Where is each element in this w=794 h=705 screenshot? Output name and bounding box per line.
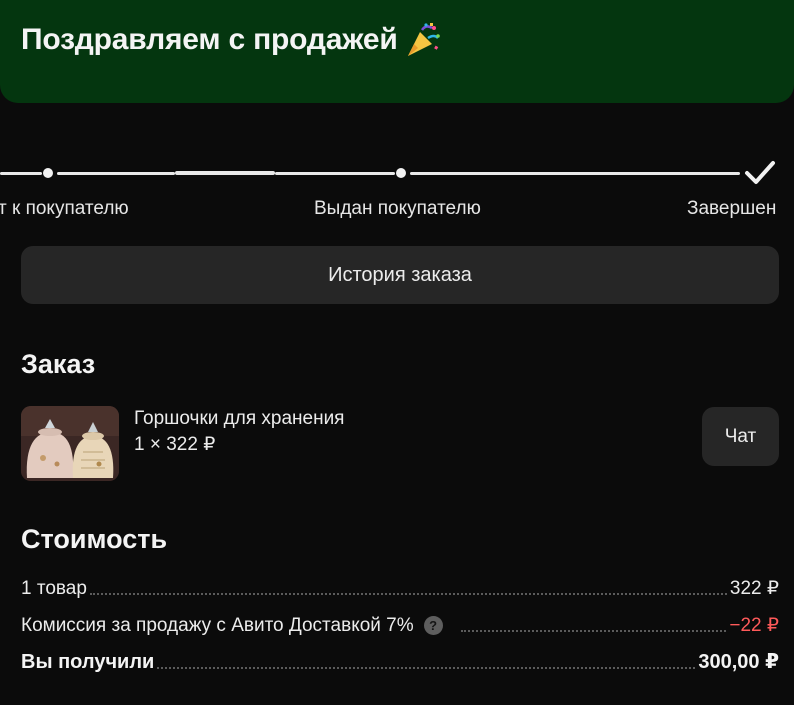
progress-track xyxy=(0,172,42,175)
party-popper-icon xyxy=(407,23,440,56)
cost-row-value: −22 ₽ xyxy=(729,615,779,636)
banner-title: Поздравляем с продажей xyxy=(21,22,442,58)
chat-button[interactable]: Чат xyxy=(702,407,779,466)
check-icon xyxy=(745,161,775,184)
order-history-button[interactable]: История заказа xyxy=(21,246,779,304)
order-progress: т к покупателю Выдан покупателю Завершен xyxy=(0,155,794,225)
cost-row-value: 300,00 ₽ xyxy=(698,651,779,673)
cost-row-label: Комиссия за продажу с Авито Доставкой 7% xyxy=(21,615,414,636)
step-label-to-buyer: т к покупателю xyxy=(0,198,129,219)
product-name[interactable]: Горшочки для хранения xyxy=(134,408,344,430)
product-thumbnail[interactable] xyxy=(21,406,119,481)
product-photo xyxy=(21,406,119,481)
dotted-leader xyxy=(460,630,727,632)
cost-row-total: Вы получили 300,00 ₽ xyxy=(21,646,779,674)
dotted-leader xyxy=(157,667,696,669)
progress-track xyxy=(275,172,395,175)
help-icon[interactable]: ? xyxy=(423,616,443,635)
congrats-banner: Поздравляем с продажей xyxy=(0,0,794,103)
order-section-title: Заказ xyxy=(21,349,96,379)
cost-row-label: 1 товар xyxy=(21,578,87,599)
cost-section-title: Стоимость xyxy=(21,524,168,554)
cost-row-commission: Комиссия за продажу с Авито Доставкой 7%… xyxy=(21,609,779,637)
step-label-delivered: Выдан покупателю xyxy=(314,198,481,219)
step-label-completed: Завершен xyxy=(687,198,777,219)
progress-dot xyxy=(396,168,406,178)
progress-track xyxy=(57,172,175,175)
cost-row-label: Вы получили xyxy=(21,651,155,673)
progress-dot xyxy=(43,168,53,178)
cost-row-value: 322 ₽ xyxy=(729,578,779,599)
cost-row-items: 1 товар 322 ₽ xyxy=(21,572,779,600)
product-qty-price: 1 × 322 ₽ xyxy=(134,434,216,455)
progress-track xyxy=(175,171,275,175)
progress-track xyxy=(410,172,740,175)
banner-title-text: Поздравляем с продажей xyxy=(21,23,398,56)
dotted-leader xyxy=(89,593,727,595)
